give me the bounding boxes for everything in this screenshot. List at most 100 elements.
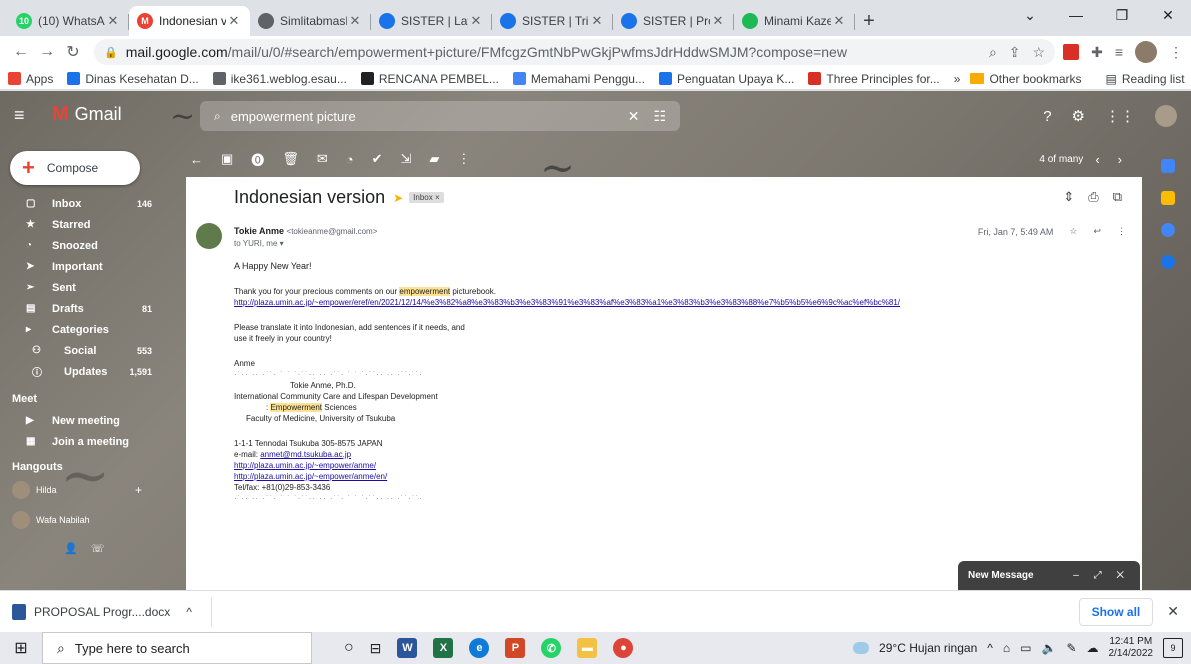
hangouts-contact[interactable]: Wafa Nabilah <box>0 508 160 532</box>
main-menu-icon[interactable]: ≡ <box>14 105 25 126</box>
bookmark-star-icon[interactable]: ☆ <box>1033 44 1046 61</box>
calendar-icon[interactable] <box>1161 159 1175 173</box>
notification-center-icon[interactable]: 9 <box>1163 638 1183 658</box>
show-all-button[interactable]: Show all <box>1078 597 1154 626</box>
bookmarks-overflow-button[interactable]: » <box>954 72 961 86</box>
powerpoint-app-icon[interactable]: P <box>505 638 526 658</box>
add-contact-icon[interactable]: + <box>135 483 142 497</box>
extension-icon[interactable] <box>1063 44 1080 60</box>
browser-tab[interactable]: SISTER | Layanan✕ <box>371 6 492 36</box>
sidebar-item[interactable]: ▢ Inbox 146 <box>0 193 160 214</box>
search-icon[interactable]: ⌕ <box>214 109 221 124</box>
bookmark-item[interactable]: Dinas Kesehatan D... <box>67 72 199 86</box>
add-task-icon[interactable]: ✔ <box>372 151 383 167</box>
extensions-puzzle-icon[interactable]: ✚ <box>1091 44 1103 61</box>
sender-name[interactable]: Tokie Anme <box>234 226 284 236</box>
sidebar-item[interactable]: ▦ Join a meeting <box>0 431 160 452</box>
report-spam-icon[interactable]: ⓿ <box>251 150 264 169</box>
sidebar-item[interactable]: ◔ Snoozed <box>0 235 160 256</box>
tab-close-icon[interactable]: ✕ <box>831 13 847 29</box>
important-marker-icon[interactable]: ➤ <box>393 191 403 205</box>
inbox-label-chip[interactable]: Inbox × <box>409 192 444 203</box>
sidebar-item[interactable]: ★ Starred <box>0 214 160 235</box>
profile-avatar[interactable] <box>1135 41 1157 63</box>
onedrive-icon[interactable]: ☁ <box>1087 641 1099 655</box>
signature-email-link[interactable]: anmet@md.tsukuba.ac.jp <box>260 450 351 459</box>
open-new-window-icon[interactable]: ⧉ <box>1113 189 1122 205</box>
url-text[interactable]: mail.google.com/mail/u/0/#search/empower… <box>126 44 989 60</box>
other-bookmarks[interactable]: Other bookmarks <box>970 72 1082 86</box>
share-icon[interactable]: ⇪ <box>1009 44 1021 61</box>
search-mail-input[interactable]: ⌕ empowerment picture ✕ ☷ <box>200 101 680 131</box>
snooze-icon[interactable]: ◔ <box>346 152 354 167</box>
homepage-en-link[interactable]: http://plaza.umin.ac.jp/~empower/anme/en… <box>234 472 387 481</box>
clear-search-icon[interactable]: ✕ <box>628 108 640 125</box>
back-icon[interactable]: ← <box>8 43 34 61</box>
browser-tab[interactable]: SimlitabmasNG -✕ <box>250 6 371 36</box>
pen-icon[interactable]: ✎ <box>1066 641 1076 655</box>
media-control-icon[interactable]: ≡ <box>1115 44 1123 60</box>
back-to-list-icon[interactable]: ← <box>190 152 203 167</box>
windows-start-icon[interactable]: ⊞ <box>0 632 42 664</box>
address-bar[interactable]: 🔒 mail.google.com/mail/u/0/#search/empow… <box>94 39 1056 65</box>
excel-app-icon[interactable]: X <box>433 638 454 658</box>
recipients-dropdown[interactable]: to YURI, me ▾ <box>234 239 377 248</box>
chrome-app-icon[interactable]: ● <box>613 638 634 658</box>
bookmark-item[interactable]: Memahami Penggu... <box>512 72 645 86</box>
zoom-icon[interactable]: ⌕ <box>989 44 997 61</box>
bookmark-item[interactable]: Apps <box>8 72 53 86</box>
keep-icon[interactable] <box>1161 191 1175 205</box>
gmail-logo[interactable]: M Gmail <box>52 103 122 126</box>
browser-tab[interactable]: M Indonesian versio✕ <box>129 6 250 36</box>
more-actions-icon[interactable]: ⋮ <box>457 151 470 167</box>
homepage-link[interactable]: http://plaza.umin.ac.jp/~empower/anme/ <box>234 461 376 470</box>
sidebar-item[interactable]: ▸ Categories <box>0 319 160 340</box>
reload-icon[interactable]: ↻ <box>60 42 86 62</box>
mark-unread-icon[interactable]: ✉ <box>317 151 328 167</box>
forward-icon[interactable]: → <box>34 43 60 61</box>
print-icon[interactable]: ⎙ <box>1088 189 1098 205</box>
browser-tab[interactable]: 10 (10) WhatsApp✕ <box>8 6 129 36</box>
volume-icon[interactable]: 🔈 <box>1041 641 1056 655</box>
new-tab-button[interactable]: + <box>855 6 883 36</box>
download-item[interactable]: PROPOSAL Progr....docx ^ <box>12 596 212 627</box>
reading-list[interactable]: ▤ Reading list <box>1106 72 1185 86</box>
browser-tab[interactable]: SISTER | Profil✕ <box>613 6 734 36</box>
browser-tab[interactable]: SISTER | Tridharm✕ <box>492 6 613 36</box>
newer-icon[interactable]: ‹ <box>1095 152 1099 167</box>
hangouts-user[interactable]: Hilda + <box>0 478 160 502</box>
tab-close-icon[interactable]: ✕ <box>347 13 363 29</box>
move-to-icon[interactable]: ⇲ <box>401 151 412 167</box>
tab-search-icon[interactable]: ⌄ <box>1007 0 1053 30</box>
taskbar-search[interactable]: ⌕ Type here to search <box>42 632 312 664</box>
file-explorer-icon[interactable]: ▬ <box>577 638 598 658</box>
tasks-icon[interactable] <box>1161 223 1175 237</box>
sidebar-item[interactable]: ▶ New meeting <box>0 410 160 431</box>
compose-button[interactable]: + Compose <box>10 151 140 185</box>
minimize-button[interactable]: — <box>1053 0 1099 30</box>
close-window-button[interactable]: ✕ <box>1145 0 1191 30</box>
weather-text[interactable]: 29°C Hujan ringan <box>879 641 977 655</box>
older-icon[interactable]: › <box>1118 152 1122 167</box>
weather-icon[interactable] <box>853 642 870 654</box>
task-view-icon[interactable]: ⊟ <box>370 640 382 657</box>
picturebook-link[interactable]: http://plaza.umin.ac.jp/~empower/eref/en… <box>234 298 900 307</box>
sidebar-item[interactable]: ➤ Important <box>0 256 160 277</box>
tab-close-icon[interactable]: ✕ <box>710 13 726 29</box>
phone-icon[interactable]: ☏ <box>91 543 105 555</box>
reply-icon[interactable]: ↩ <box>1093 226 1101 237</box>
sender-avatar[interactable] <box>196 223 222 249</box>
sidebar-item[interactable]: ➢ Sent <box>0 277 160 298</box>
bookmark-item[interactable]: ike361.weblog.esau... <box>212 72 347 86</box>
message-more-icon[interactable]: ⋮ <box>1117 226 1126 237</box>
delete-icon[interactable]: 🗑 <box>282 151 299 167</box>
account-avatar[interactable] <box>1155 105 1177 127</box>
sidebar-item[interactable]: ▤ Drafts 81 <box>0 298 160 319</box>
bookmark-item[interactable]: RENCANA PEMBEL... <box>360 72 499 86</box>
sidebar-item[interactable]: ⚇ Social 553 <box>0 340 160 361</box>
tab-close-icon[interactable]: ✕ <box>226 13 242 29</box>
system-clock[interactable]: 12:41 PM 2/14/2022 <box>1109 636 1154 660</box>
help-icon[interactable]: ? <box>1043 108 1051 125</box>
compose-window-controls[interactable]: – ⤢ ✕ <box>1073 570 1130 581</box>
new-message-minimized[interactable]: New Message – ⤢ ✕ <box>958 561 1140 590</box>
